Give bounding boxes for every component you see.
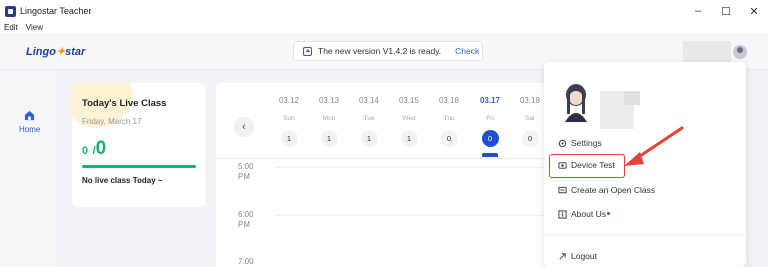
live-class-title: Today's Live Class [82, 98, 167, 109]
prev-week-button[interactable]: ‹ [234, 117, 254, 137]
logout-icon [559, 252, 566, 260]
upload-icon [303, 46, 312, 56]
menu-item-settings[interactable]: Settings [558, 138, 602, 148]
time-hour: 6:00 [238, 210, 254, 219]
device-test-highlight-box [549, 154, 625, 178]
time-hour: 7:00 [238, 257, 254, 266]
menu-item-label: About Us [571, 209, 606, 219]
day-date: 03.12 [278, 96, 300, 105]
live-class-date: Friday, March 17 [82, 117, 142, 126]
logo-text-lingo: Lingo [26, 46, 56, 58]
day-class-count: 1 [280, 130, 298, 147]
day-weekday: Thu [443, 115, 455, 122]
day-class-count: 1 [400, 130, 418, 147]
time-slot-label: 7:00 [238, 257, 254, 267]
check-update-link[interactable]: Check [455, 46, 479, 56]
live-class-total: 0 [95, 138, 107, 159]
window-controls: – ☐ ✕ [684, 0, 768, 22]
day-class-count: 0 [481, 130, 499, 147]
logo-star-icon: ✦ [55, 46, 66, 58]
day-class-count: 0 [521, 130, 539, 147]
logo-text-star: star [65, 46, 86, 58]
day-class-count: 1 [360, 130, 378, 147]
day-weekday: Fri [486, 115, 494, 122]
day-weekday: Sat [525, 115, 535, 122]
day-weekday: Mon [322, 115, 336, 122]
header-avatar[interactable] [733, 45, 747, 59]
day-weekday: Tue [363, 115, 375, 122]
day-column-selected[interactable]: 03.17 Fri 0 [475, 96, 505, 157]
todays-live-class-card: Today's Live Class Friday, March 17 0 /0… [72, 83, 205, 207]
live-class-count: 0 /0 [82, 138, 106, 160]
menu-item-label: Create an Open Class [571, 185, 656, 195]
live-class-progress [82, 165, 196, 168]
no-live-class-message: No live class Today ~ [82, 176, 163, 185]
classroom-icon [558, 186, 567, 193]
day-date: 03.18 [519, 96, 541, 105]
menu-item-create-open-class[interactable]: Create an Open Class [558, 185, 655, 195]
time-hour: 5:00 [238, 162, 254, 171]
update-banner: The new version V1.4.2 is ready. Check [293, 41, 483, 61]
day-weekday: Wed [402, 115, 416, 122]
day-date: 03.15 [398, 96, 420, 105]
day-date: 03.14 [358, 96, 380, 105]
title-bar: Lingostar Teacher – ☐ ✕ [0, 0, 768, 22]
schedule-calendar: ‹ 03.12 Sun 1 03.13 Mon 1 03.14 Tue 1 03… [216, 83, 546, 267]
time-gridline [276, 215, 546, 216]
time-ampm: PM [238, 220, 250, 229]
menu-divider [544, 234, 746, 235]
menu-item-about-us[interactable]: About Us [558, 209, 610, 219]
time-slot-label: 6:00 PM [238, 210, 254, 230]
day-column[interactable]: 03.13 Mon 1 [314, 96, 344, 147]
day-column[interactable]: 03.12 Sun 1 [274, 96, 304, 147]
day-date: 03.13 [318, 96, 340, 105]
menu-bar: Edit View [0, 22, 768, 33]
menu-view[interactable]: View [26, 23, 43, 32]
notification-dot [606, 211, 610, 215]
live-class-done: 0 [82, 145, 89, 157]
day-column[interactable]: 03.14 Tue 1 [354, 96, 384, 147]
selected-day-marker [482, 153, 498, 157]
day-column[interactable]: 03.18 Sat 0 [515, 96, 545, 147]
day-column[interactable]: 03.15 Wed 1 [394, 96, 424, 147]
day-date: 03.17 [479, 96, 501, 105]
chevron-left-icon: ‹ [242, 121, 246, 133]
sidebar-item-home[interactable]: Home [19, 125, 40, 134]
calendar-divider [216, 158, 546, 159]
live-class-progress-fill [82, 165, 196, 168]
day-class-count: 1 [320, 130, 338, 147]
day-class-count: 0 [440, 130, 458, 147]
home-icon[interactable] [24, 110, 35, 121]
profile-avatar [565, 84, 587, 122]
time-slot-label: 5:00 PM [238, 162, 254, 182]
menu-edit[interactable]: Edit [4, 23, 18, 32]
sidebar: Home [0, 70, 56, 267]
minimize-button[interactable]: – [684, 0, 712, 22]
profile-name-blurred [624, 91, 640, 105]
day-column[interactable]: 03.16 Thu 0 [434, 96, 464, 147]
menu-item-label: Logout [571, 251, 597, 261]
menu-item-label: Settings [571, 138, 602, 148]
maximize-button[interactable]: ☐ [712, 0, 740, 22]
gear-icon [558, 139, 567, 147]
lingostar-logo: Lingo✦star [26, 45, 85, 58]
close-button[interactable]: ✕ [740, 0, 768, 22]
window-title: Lingostar Teacher [20, 6, 92, 16]
update-message: The new version V1.4.2 is ready. [318, 46, 442, 56]
annotation-arrow-icon [624, 126, 684, 166]
time-gridline [276, 167, 546, 168]
time-ampm: PM [238, 172, 250, 181]
menu-item-logout[interactable]: Logout [558, 251, 597, 261]
info-icon [558, 209, 567, 219]
day-date: 03.16 [438, 96, 460, 105]
app-icon [5, 5, 16, 17]
day-weekday: Sun [283, 115, 295, 122]
